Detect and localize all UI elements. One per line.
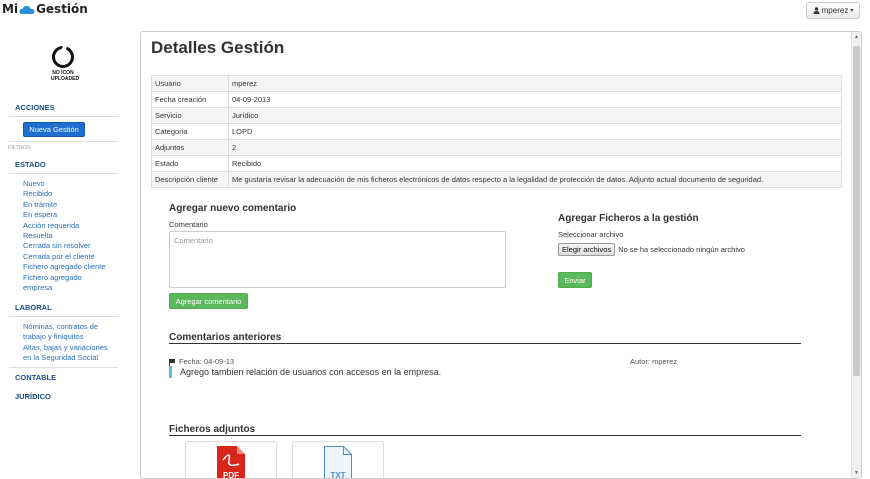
cloud-icon bbox=[19, 5, 35, 14]
scroll-up-icon[interactable]: ▲ bbox=[854, 34, 859, 40]
filter-altas-bajas[interactable]: Altas, bajas y variaciones bbox=[23, 343, 108, 353]
chevron-down-icon: ▾ bbox=[850, 8, 854, 14]
detail-value: mperez bbox=[228, 75, 842, 92]
filter-en-tramite[interactable]: En trámite bbox=[23, 200, 106, 210]
laboral-list: Nóminas, contratos de trabajo y finiquit… bbox=[23, 322, 108, 364]
user-name: mperez bbox=[821, 6, 849, 15]
divider bbox=[9, 173, 118, 174]
section-juridico[interactable]: JURÍDICO bbox=[15, 392, 51, 401]
scrollbar[interactable]: ▲ ▼ bbox=[851, 32, 861, 478]
user-icon bbox=[813, 7, 820, 14]
comment-textarea[interactable]: Comentario bbox=[169, 231, 506, 288]
table-row: Categoria LOPD bbox=[151, 123, 842, 140]
divider bbox=[9, 367, 118, 368]
section-contable[interactable]: CONTABLE bbox=[15, 373, 56, 382]
filter-recibido[interactable]: Recibido bbox=[23, 189, 106, 199]
filter-fichero-agregado-cliente[interactable]: Fichero agregado cliente bbox=[23, 262, 106, 272]
filter-fichero-agregado-empresa[interactable]: Fichero agregado bbox=[23, 273, 106, 283]
divider bbox=[169, 343, 801, 344]
no-icon-text-2: UPLOADED bbox=[51, 76, 80, 82]
scrollbar-thumb[interactable] bbox=[853, 46, 860, 376]
app-logo[interactable]: Mi Gestión bbox=[2, 2, 88, 16]
filter-cerrada-por-cliente[interactable]: Cerrada por el cliente bbox=[23, 252, 106, 262]
detail-value: 2 bbox=[228, 139, 842, 156]
detail-value: LOPD bbox=[228, 123, 842, 140]
detail-value: Me gustaría revisar la adecuación de mis… bbox=[228, 171, 842, 188]
divider bbox=[9, 316, 118, 317]
details-table: Usuario mperez Fecha creación 04-09-2013 S… bbox=[151, 75, 842, 188]
comment-text: Agrego tambien relación de usuarios con … bbox=[169, 366, 441, 378]
filtros-label: FILTROS bbox=[8, 145, 31, 151]
choose-files-button[interactable]: Elegir archivos bbox=[558, 243, 616, 256]
pdf-file-icon: PDF bbox=[217, 446, 245, 479]
no-file-text: No se ha seleccionado ningún archivo bbox=[618, 245, 745, 254]
file-input: Elegir archivos No se ha seleccionado ni… bbox=[558, 243, 745, 256]
logo-text-left: Mi bbox=[2, 2, 19, 16]
add-files-heading: Agregar Ficheros a la gestión bbox=[558, 213, 699, 224]
txt-label: TXT bbox=[330, 471, 346, 479]
filter-accion-requerida[interactable]: Acción requerida bbox=[23, 221, 106, 231]
table-row: Servicio Jurídico bbox=[151, 107, 842, 124]
pdf-label: PDF bbox=[223, 471, 239, 479]
detail-value: Recibido bbox=[228, 155, 842, 172]
logo-text-right: Gestión bbox=[36, 2, 88, 16]
power-icon bbox=[52, 46, 74, 68]
add-comment-button[interactable]: Agregar comentario bbox=[169, 293, 248, 309]
nueva-gestion-button[interactable]: Nueva Gestión bbox=[23, 122, 85, 137]
attachment-thumbnail[interactable]: PDF bbox=[185, 441, 277, 479]
divider bbox=[9, 116, 118, 117]
filter-nominas-2[interactable]: trabajo y finiquitos bbox=[23, 332, 108, 342]
table-row: Adjuntos 2 bbox=[151, 139, 842, 156]
filter-fichero-agregado-empresa-2[interactable]: empresa bbox=[23, 283, 106, 293]
filter-resuelta[interactable]: Resuelta bbox=[23, 231, 106, 241]
section-acciones[interactable]: ACCIONES bbox=[15, 103, 55, 112]
filter-nominas[interactable]: Nóminas, contratos de bbox=[23, 322, 108, 332]
filter-cerrada-sin-resolver[interactable]: Cerrada sin resolver bbox=[23, 241, 106, 251]
section-estado[interactable]: ESTADO bbox=[15, 160, 46, 169]
send-button[interactable]: Enviar bbox=[558, 272, 592, 288]
table-row: Fecha creación 04-09-2013 bbox=[151, 91, 842, 108]
comment-meta: Fecha: 04-09-13 bbox=[169, 357, 234, 366]
attachments-heading: Ficheros adjuntos bbox=[169, 424, 256, 435]
user-menu-button[interactable]: mperez ▾ bbox=[806, 2, 860, 19]
comment-author: Autor: mperez bbox=[630, 357, 678, 366]
detail-key: Servicio bbox=[151, 107, 229, 124]
detail-key: Usuario bbox=[151, 75, 229, 92]
detail-key: Categoria bbox=[151, 123, 229, 140]
table-row: Descripción cliente Me gustaría revisar l… bbox=[151, 171, 842, 188]
table-row: Usuario mperez bbox=[151, 75, 842, 92]
detail-value: Jurídico bbox=[228, 107, 842, 124]
scroll-down-icon[interactable]: ▼ bbox=[854, 470, 859, 476]
filter-en-espera[interactable]: En espera bbox=[23, 210, 106, 220]
detail-key: Adjuntos bbox=[151, 139, 229, 156]
detail-key: Descripción cliente bbox=[151, 171, 229, 188]
page-title: Detalles Gestión bbox=[151, 38, 285, 57]
table-row: Estado Recibido bbox=[151, 155, 842, 172]
previous-comments-heading: Comentarios anteriores bbox=[169, 332, 282, 343]
top-bar: Mi Gestión mperez ▾ bbox=[0, 0, 870, 22]
comment-date: Fecha: 04-09-13 bbox=[179, 357, 235, 366]
comment-icon bbox=[169, 358, 176, 366]
no-icon-placeholder: NO ICON UPLOADED bbox=[51, 46, 80, 86]
filter-nuevo[interactable]: Nuevo bbox=[23, 179, 106, 189]
filter-altas-bajas-2[interactable]: en la Seguridad Social bbox=[23, 353, 108, 363]
estado-list: Nuevo Recibido En trámite En espera Acci… bbox=[23, 179, 106, 293]
detail-key: Fecha creación bbox=[151, 91, 229, 108]
divider bbox=[9, 141, 118, 142]
main-panel: Detalles Gestión Usuario mperez Fecha cre… bbox=[140, 31, 862, 479]
divider bbox=[169, 435, 801, 436]
section-laboral[interactable]: LABORAL bbox=[15, 303, 52, 312]
comment-label: Comentario bbox=[169, 220, 208, 229]
attachment-thumbnail[interactable]: TXT bbox=[292, 441, 384, 479]
detail-key: Estado bbox=[151, 155, 229, 172]
txt-file-icon: TXT bbox=[324, 446, 352, 479]
detail-value: 04-09-2013 bbox=[228, 91, 842, 108]
add-comment-heading: Agregar nuevo comentario bbox=[169, 203, 297, 214]
select-file-label: Seleccionar archivo bbox=[558, 230, 624, 239]
